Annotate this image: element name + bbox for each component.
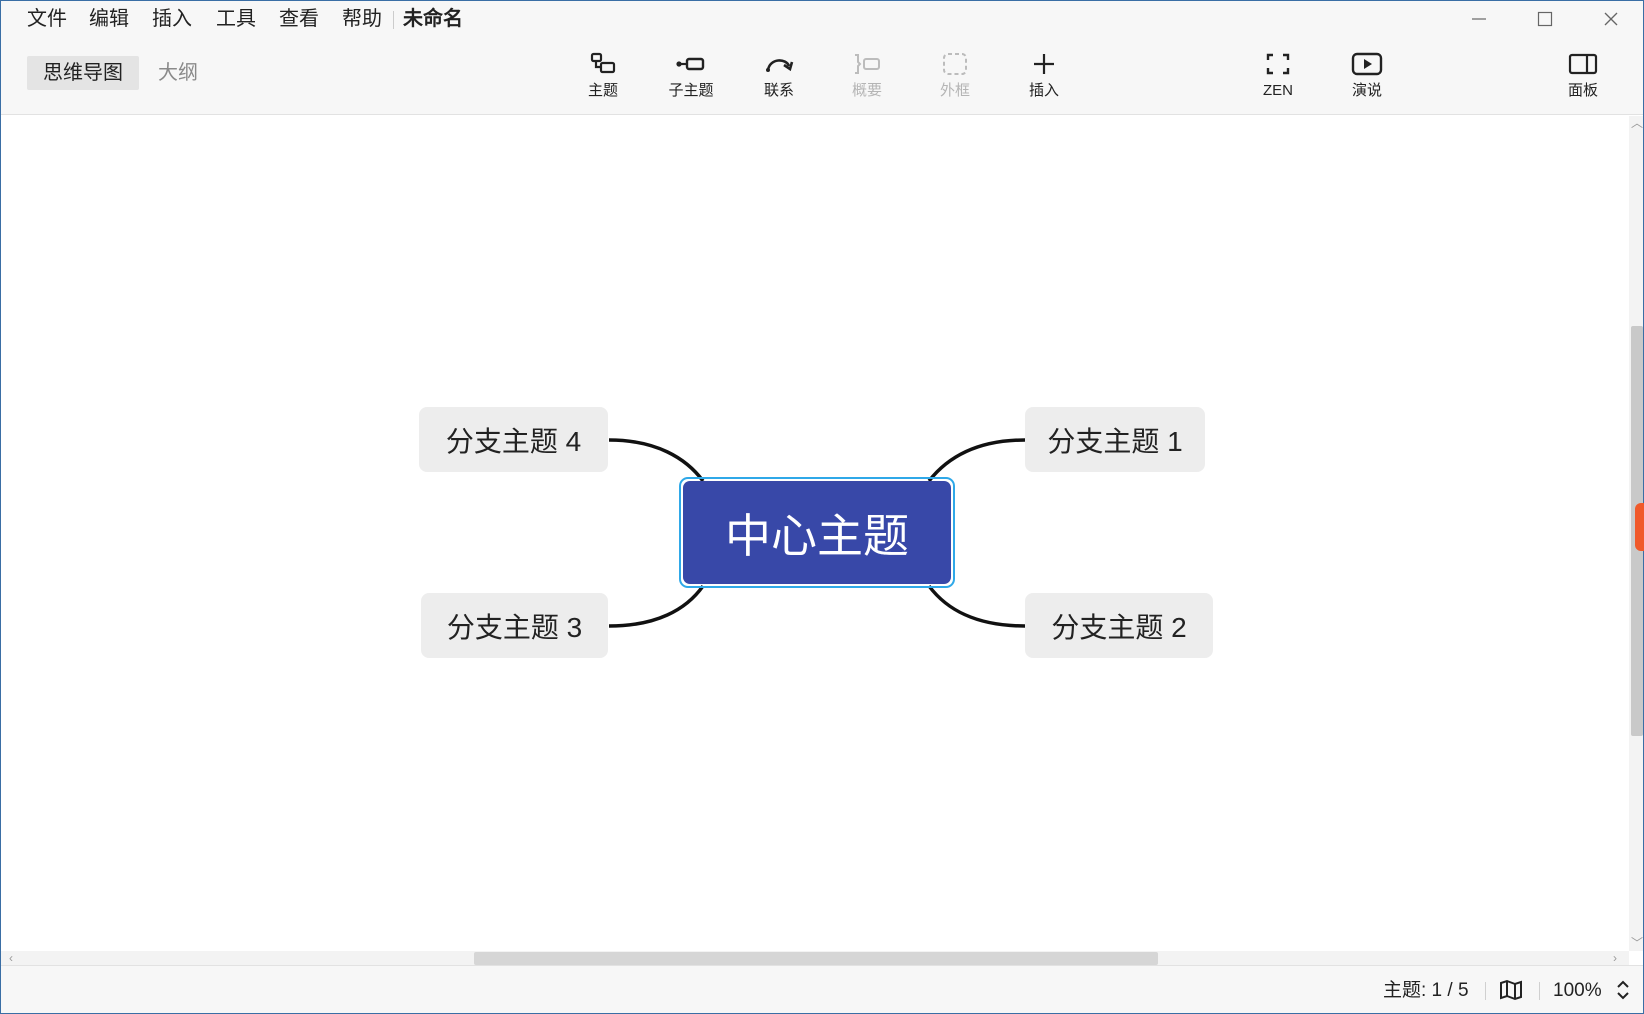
map-icon (1500, 979, 1522, 1001)
minimize-button[interactable] (1449, 3, 1509, 35)
connector-branch-3 (608, 584, 705, 628)
boundary-button[interactable]: 外框 (915, 47, 995, 109)
document-title: 未命名 (403, 8, 463, 30)
insert-button[interactable]: 插入 (1004, 47, 1084, 109)
menu-tools[interactable]: 工具 (214, 6, 258, 32)
summary-label: 概要 (851, 82, 882, 99)
scroll-up-icon[interactable]: ︿ (1631, 117, 1643, 129)
central-topic[interactable]: 中心主题 (683, 481, 951, 584)
summary-button[interactable]: 概要 (827, 47, 907, 109)
connector-branch-4 (608, 438, 705, 483)
insert-label: 插入 (1028, 82, 1059, 99)
status-divider (1539, 982, 1540, 1000)
scroll-left-icon[interactable]: ‹ (9, 952, 13, 964)
maximize-button[interactable] (1515, 3, 1575, 35)
maximize-icon (1537, 11, 1553, 27)
branch-topic-3[interactable]: 分支主题 3 (421, 593, 608, 658)
topic-label: 主题 (587, 82, 618, 99)
close-icon (1604, 12, 1618, 26)
panel-label: 面板 (1567, 82, 1598, 99)
panel-button[interactable]: 面板 (1543, 47, 1623, 109)
minimize-icon (1472, 18, 1486, 20)
panel-icon (1568, 53, 1598, 75)
relationship-button[interactable]: 联系 (739, 47, 819, 109)
menu-file[interactable]: 文件 (25, 6, 69, 32)
relationship-label: 联系 (763, 82, 794, 99)
close-button[interactable] (1581, 3, 1641, 35)
zoom-level: 100% (1553, 980, 1602, 1001)
subtopic-icon (676, 57, 705, 71)
present-button[interactable]: 演说 (1327, 47, 1407, 109)
subtopic-label: 子主题 (668, 82, 714, 99)
zen-button[interactable]: ZEN (1238, 47, 1318, 109)
branch-topic-4[interactable]: 分支主题 4 (419, 407, 608, 472)
side-panel-tab[interactable] (1635, 503, 1644, 551)
scroll-down-icon[interactable]: ﹀ (1631, 937, 1643, 949)
zoom-stepper-icon (1617, 980, 1629, 1000)
status-divider (1485, 982, 1486, 1000)
plus-icon (1034, 54, 1054, 74)
present-label: 演说 (1351, 82, 1382, 99)
menu-view[interactable]: 查看 (277, 6, 321, 32)
tab-outline[interactable]: 大纲 (142, 56, 214, 90)
status-bar: 主题: 1 / 5 100% (1, 965, 1643, 1013)
topic-button[interactable]: 主题 (563, 47, 643, 109)
toolbar: 思维导图 大纲 主题 子主题 联系 概要 外框 插入 ZEN 演说 面板 (1, 39, 1643, 115)
zen-icon (1266, 53, 1290, 75)
app-window: 文件 编辑 插入 工具 查看 帮助 未命名 思维导图 大纲 主题 子主题 联系 … (0, 0, 1644, 1014)
menu-help[interactable]: 帮助 (340, 6, 384, 32)
branch-topic-1[interactable]: 分支主题 1 (1025, 407, 1205, 472)
menu-bar: 文件 编辑 插入 工具 查看 帮助 未命名 (1, 1, 1643, 39)
menu-edit[interactable]: 编辑 (87, 6, 131, 32)
zen-label: ZEN (1263, 82, 1293, 99)
connector-branch-2 (927, 584, 1026, 628)
connector-branch-1 (927, 438, 1026, 483)
tab-mindmap[interactable]: 思维导图 (27, 56, 139, 90)
branch-topic-2[interactable]: 分支主题 2 (1025, 593, 1213, 658)
boundary-icon (943, 53, 967, 75)
zoom-stepper[interactable] (1615, 978, 1631, 1007)
menu-divider (393, 11, 394, 29)
boundary-label: 外框 (939, 82, 970, 99)
relationship-icon (766, 59, 794, 72)
summary-icon (855, 54, 880, 74)
scroll-right-icon[interactable]: › (1613, 952, 1617, 964)
topic-icon (590, 52, 616, 74)
subtopic-button[interactable]: 子主题 (651, 47, 731, 109)
horizontal-scroll-thumb[interactable] (474, 952, 1158, 965)
play-icon (1351, 52, 1383, 76)
topic-count: 主题: 1 / 5 (1383, 980, 1469, 1001)
map-button[interactable] (1499, 979, 1523, 1006)
menu-insert[interactable]: 插入 (150, 6, 194, 32)
mindmap-canvas[interactable]: 分支主题 4 分支主题 3 分支主题 1 分支主题 2 中心主题 (1, 116, 1629, 951)
